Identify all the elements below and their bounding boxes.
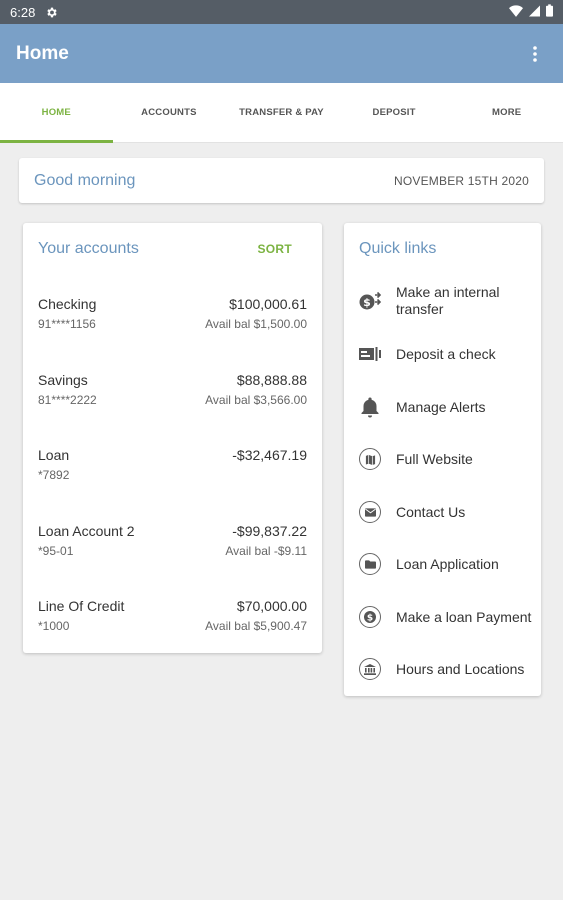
cell-signal-icon <box>529 5 540 20</box>
wifi-icon <box>509 4 523 20</box>
tab-accounts[interactable]: ACCOUNTS <box>113 83 226 142</box>
quick-link-deposit-check[interactable]: Deposit a check <box>357 334 541 374</box>
map-icon <box>359 448 381 470</box>
folder-icon-wrapper <box>357 551 383 577</box>
quick-link-label: Full Website <box>396 450 473 467</box>
quick-link-label: Deposit a check <box>396 345 496 362</box>
account-available-balance: Avail bal -$9.11 <box>225 544 307 558</box>
account-row-checking[interactable]: Checking 91****1156 $100,000.61 Avail ba… <box>38 296 307 336</box>
account-number: *7892 <box>38 468 70 482</box>
bank-icon <box>359 658 381 680</box>
greeting-date: NOVEMBER 15TH 2020 <box>394 173 529 188</box>
account-row-savings[interactable]: Savings 81****2222 $88,888.88 Avail bal … <box>38 372 307 412</box>
account-balance: $100,000.61 <box>229 296 307 312</box>
tab-home[interactable]: HOME <box>0 83 113 143</box>
overflow-menu-icon[interactable] <box>523 38 547 70</box>
tab-bar: HOME ACCOUNTS TRANSFER & PAY DEPOSIT MOR… <box>0 83 563 143</box>
page-title: Home <box>16 42 69 64</box>
greeting-card: Good morning NOVEMBER 15TH 2020 <box>19 158 544 203</box>
quick-link-hours-locations[interactable]: Hours and Locations <box>357 649 541 689</box>
account-row-loan-account-2[interactable]: Loan Account 2 *95-01 -$99,837.22 Avail … <box>38 523 307 563</box>
status-time: 6:28 <box>10 4 36 20</box>
account-number: 91****1156 <box>38 317 96 331</box>
tab-transfer-pay[interactable]: TRANSFER & PAY <box>225 83 338 142</box>
accounts-card: Your accounts SORT Checking 91****1156 $… <box>23 223 322 653</box>
status-bar: 6:28 <box>0 0 563 24</box>
account-available-balance: Avail bal $5,900.47 <box>205 619 307 633</box>
account-name: Savings <box>38 372 88 388</box>
account-name: Loan Account 2 <box>38 523 135 539</box>
greeting-text: Good morning <box>34 171 136 189</box>
account-number: *95-01 <box>38 544 74 558</box>
account-balance: $88,888.88 <box>236 372 307 388</box>
check-deposit-icon <box>357 341 383 367</box>
transfer-money-icon: $ <box>357 288 383 314</box>
quick-link-internal-transfer[interactable]: $ Make an internal transfer <box>357 281 541 321</box>
quick-link-label: Loan Application <box>396 555 499 572</box>
sort-button[interactable]: SORT <box>257 242 292 256</box>
accounts-header: Your accounts SORT <box>38 240 292 258</box>
account-row-loan[interactable]: Loan *7892 -$32,467.19 <box>38 447 307 487</box>
account-balance: -$99,837.22 <box>232 523 307 539</box>
map-icon-wrapper <box>357 446 383 472</box>
quick-link-label: Contact Us <box>396 503 466 520</box>
quick-link-label: Hours and Locations <box>396 660 525 677</box>
account-balance: -$32,467.19 <box>232 447 307 463</box>
dollar-icon-wrapper: $ <box>357 604 383 630</box>
battery-icon <box>546 4 553 20</box>
tab-more[interactable]: MORE <box>450 83 563 142</box>
quick-link-loan-application[interactable]: Loan Application <box>357 544 541 584</box>
quick-link-label: Make an internal transfer <box>396 284 500 317</box>
account-available-balance: Avail bal $1,500.00 <box>205 317 307 331</box>
tab-deposit[interactable]: DEPOSIT <box>338 83 451 142</box>
quick-link-contact-us[interactable]: Contact Us <box>357 492 541 532</box>
account-name: Line Of Credit <box>38 598 125 614</box>
quick-link-label: Manage Alerts <box>396 398 486 415</box>
svg-text:$: $ <box>363 296 371 309</box>
quick-links-title: Quick links <box>359 240 437 257</box>
quick-link-full-website[interactable]: Full Website <box>357 439 541 479</box>
account-row-line-of-credit[interactable]: Line Of Credit *1000 $70,000.00 Avail ba… <box>38 598 307 638</box>
mail-icon-wrapper <box>357 499 383 525</box>
account-balance: $70,000.00 <box>236 598 307 614</box>
quick-links-card: Quick links $ Make an internal transfer … <box>344 223 541 696</box>
folder-icon <box>359 553 381 575</box>
account-name: Loan <box>38 447 70 463</box>
app-bar: Home <box>0 24 563 83</box>
svg-text:$: $ <box>367 614 373 624</box>
mail-icon <box>359 501 381 523</box>
account-available-balance: Avail bal $3,566.00 <box>205 393 307 407</box>
quick-link-manage-alerts[interactable]: Manage Alerts <box>357 387 541 427</box>
quick-link-loan-payment[interactable]: $ Make a loan Payment <box>357 597 541 637</box>
quick-link-label: Make a loan Payment <box>396 608 532 625</box>
account-name: Checking <box>38 296 97 312</box>
bell-icon <box>357 394 383 420</box>
account-number: *1000 <box>38 619 70 633</box>
dollar-icon: $ <box>359 606 381 628</box>
account-number: 81****2222 <box>38 393 97 407</box>
accounts-title: Your accounts <box>38 240 139 257</box>
bank-icon-wrapper <box>357 656 383 682</box>
settings-gear-icon <box>45 6 58 19</box>
